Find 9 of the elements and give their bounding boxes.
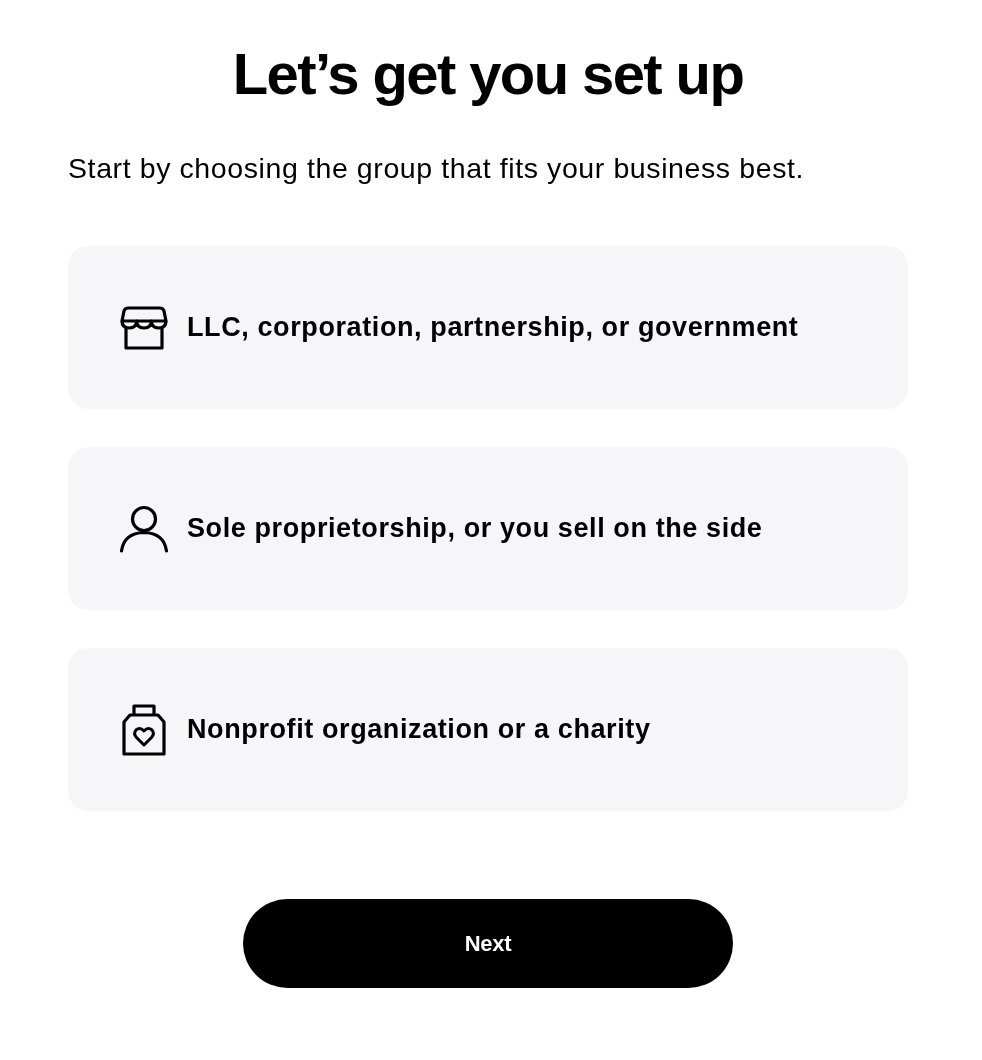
option-card[interactable]: Sole proprietorship, or you sell on the side: [68, 447, 908, 610]
option-card[interactable]: Nonprofit organization or a charity: [68, 648, 908, 811]
page-subtitle: Start by choosing the group that fits your business best.: [68, 151, 804, 186]
option-card[interactable]: LLC, corporation, partnership, or government: [68, 246, 908, 409]
person-icon: [119, 504, 169, 553]
storefront-icon: [119, 304, 169, 351]
next-button[interactable]: Next: [243, 899, 733, 988]
page-title: Let’s get you set up: [232, 40, 744, 108]
heart-bag-icon: [121, 702, 167, 757]
